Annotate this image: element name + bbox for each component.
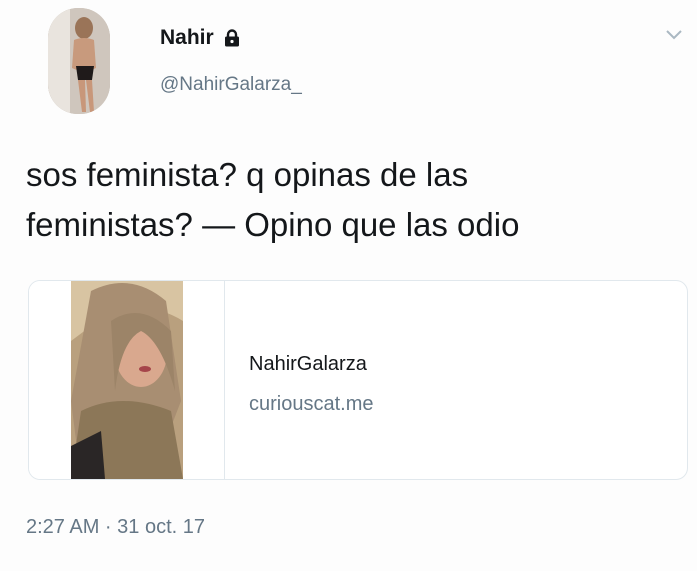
avatar[interactable] [48, 8, 110, 114]
author-handle[interactable]: @NahirGalarza_ [160, 74, 302, 96]
tweet-text-line: sos feminista? q opinas de las [26, 156, 469, 193]
lock-icon [222, 28, 242, 48]
card-thumbnail-image [71, 281, 183, 479]
author-name-row[interactable]: Nahir [160, 26, 242, 50]
card-domain[interactable]: curiouscat.me [249, 393, 374, 416]
chevron-down-icon[interactable] [664, 28, 684, 42]
tweet: Nahir @NahirGalarza_ sos feminista? q op… [0, 0, 697, 571]
tweet-text-line: feministas? — Opino que las odio [26, 206, 520, 243]
card-thumbnail[interactable] [29, 281, 225, 479]
card-title[interactable]: NahirGalarza [249, 353, 367, 376]
author-display-name[interactable]: Nahir [160, 26, 214, 50]
tweet-text: sos feminista? q opinas de las feminista… [26, 150, 676, 250]
link-card[interactable]: NahirGalarza curiouscat.me [28, 280, 688, 480]
tweet-timestamp[interactable]: 2:27 AM · 31 oct. 17 [26, 516, 205, 539]
